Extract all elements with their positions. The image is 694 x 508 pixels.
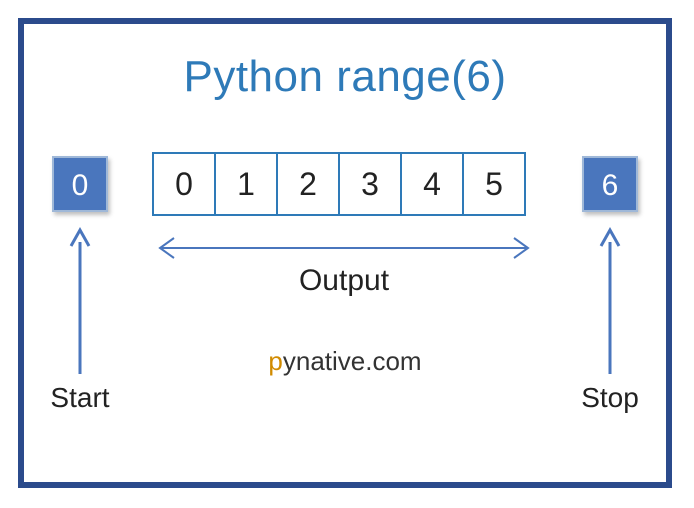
- stop-pointer: Stop: [580, 224, 640, 414]
- canvas: Python range(6) 0 0 1 2 3 4 5 6 Output: [0, 0, 694, 508]
- credit-line: pynative.com: [24, 346, 666, 377]
- cell-2: 2: [276, 152, 340, 216]
- credit-rest: ynative.com: [283, 346, 422, 376]
- stop-box: 6: [582, 156, 638, 212]
- stop-label: Stop: [580, 382, 640, 414]
- output-span: Output: [152, 234, 536, 304]
- range-row: 0 0 1 2 3 4 5 6: [24, 152, 666, 222]
- output-label: Output: [152, 264, 536, 298]
- start-label: Start: [50, 382, 110, 414]
- diagram-frame: Python range(6) 0 0 1 2 3 4 5 6 Output: [18, 18, 672, 488]
- cell-1: 1: [214, 152, 278, 216]
- cell-5: 5: [462, 152, 526, 216]
- cell-3: 3: [338, 152, 402, 216]
- start-pointer: Start: [50, 224, 110, 414]
- diagram-title: Python range(6): [24, 52, 666, 102]
- double-arrow-icon: [152, 234, 536, 262]
- cell-0: 0: [152, 152, 216, 216]
- output-cells: 0 1 2 3 4 5: [152, 152, 526, 216]
- start-box: 0: [52, 156, 108, 212]
- credit-prefix: p: [268, 346, 282, 376]
- cell-4: 4: [400, 152, 464, 216]
